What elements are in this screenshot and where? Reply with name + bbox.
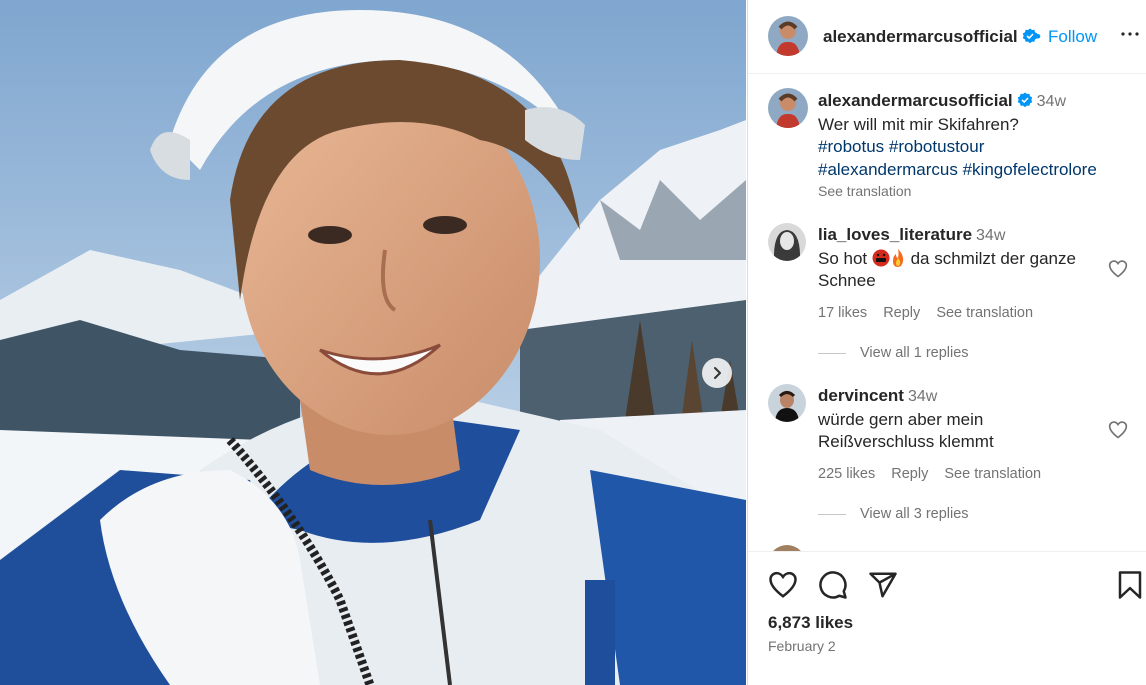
post-actions: 6,873 likes February 2 — [748, 551, 1146, 685]
share-icon[interactable] — [868, 570, 898, 600]
see-translation-link[interactable]: See translation — [944, 466, 1041, 482]
bookmark-icon[interactable] — [1116, 570, 1144, 600]
comment-likes[interactable]: 225 likes — [818, 466, 875, 482]
more-icon[interactable] — [1118, 22, 1142, 46]
divider — [818, 513, 846, 515]
comment-meta: 17 likes Reply See translation — [818, 305, 1045, 321]
comment-body: lia_loves_literature 34w So hot da schmil… — [818, 224, 1098, 293]
username-text[interactable]: alexandermarcusofficial — [823, 27, 1018, 46]
comment-time[interactable]: 34w — [908, 388, 937, 405]
hashtag-link[interactable]: #kingofelectrolore — [963, 160, 1097, 179]
caption-time[interactable]: 34w — [1037, 93, 1066, 110]
see-translation-link[interactable]: See translation — [936, 305, 1033, 321]
likes-count[interactable]: 6,873 likes — [768, 613, 853, 633]
next-image-button[interactable] — [702, 358, 732, 388]
comment-like-icon[interactable] — [1108, 259, 1128, 279]
comments-list[interactable]: alexandermarcusofficial 34w Wer will mit … — [748, 75, 1146, 551]
caption-text: Wer will mit mir Skifahren? — [818, 114, 1019, 134]
hashtag-link[interactable]: #robotus — [818, 137, 884, 156]
avatar[interactable] — [768, 223, 806, 261]
see-translation-link[interactable]: See translation — [818, 180, 1128, 203]
post-header: alexandermarcusofficial • Follow — [748, 0, 1146, 74]
comment-likes[interactable]: 17 likes — [818, 305, 867, 321]
comment-username[interactable]: dervincent — [818, 386, 904, 405]
caption: alexandermarcusofficial 34w Wer will mit … — [818, 90, 1128, 203]
view-replies-button[interactable]: View all 3 replies — [818, 506, 969, 522]
comment-text: So hot — [818, 248, 872, 268]
hashtag-link[interactable]: #alexandermarcus — [818, 160, 958, 179]
reply-button[interactable]: Reply — [883, 305, 920, 321]
post-date[interactable]: February 2 — [768, 638, 836, 654]
post-image[interactable] — [0, 0, 746, 685]
fire-emoji — [892, 248, 904, 267]
comment-username[interactable]: lia_loves_literature — [818, 225, 972, 244]
post-author-username[interactable]: alexandermarcusofficial — [823, 27, 1038, 47]
comment-text: würde gern aber mein Reißverschluss klem… — [818, 409, 994, 452]
heart-icon[interactable] — [768, 570, 798, 600]
separator-dot: • — [1035, 27, 1041, 46]
comment-meta: 225 likes Reply See translation — [818, 466, 1053, 482]
caption-username[interactable]: alexandermarcusofficial — [818, 91, 1013, 110]
view-replies-button[interactable]: View all 1 replies — [818, 345, 969, 361]
post-sidebar: alexandermarcusofficial • Follow alexand… — [747, 0, 1146, 685]
avatar[interactable] — [768, 16, 808, 56]
chevron-right-icon — [714, 367, 721, 379]
comment-body: dervincent 34w würde gern aber mein Reißv… — [818, 385, 1098, 454]
view-replies-label: View all 1 replies — [860, 345, 969, 361]
comment-like-icon[interactable] — [1108, 420, 1128, 440]
avatar[interactable] — [768, 88, 808, 128]
view-replies-label: View all 3 replies — [860, 506, 969, 522]
avatar[interactable] — [768, 384, 806, 422]
verified-icon — [1017, 92, 1032, 108]
reply-button[interactable]: Reply — [891, 466, 928, 482]
face-with-symbols-emoji — [872, 249, 890, 266]
hashtag-link[interactable]: #robotustour — [889, 137, 984, 156]
comment-time[interactable]: 34w — [976, 227, 1005, 244]
follow-button[interactable]: Follow — [1048, 27, 1097, 47]
comment-icon[interactable] — [818, 570, 848, 600]
divider — [818, 352, 846, 354]
skier-portrait-image — [0, 0, 746, 685]
